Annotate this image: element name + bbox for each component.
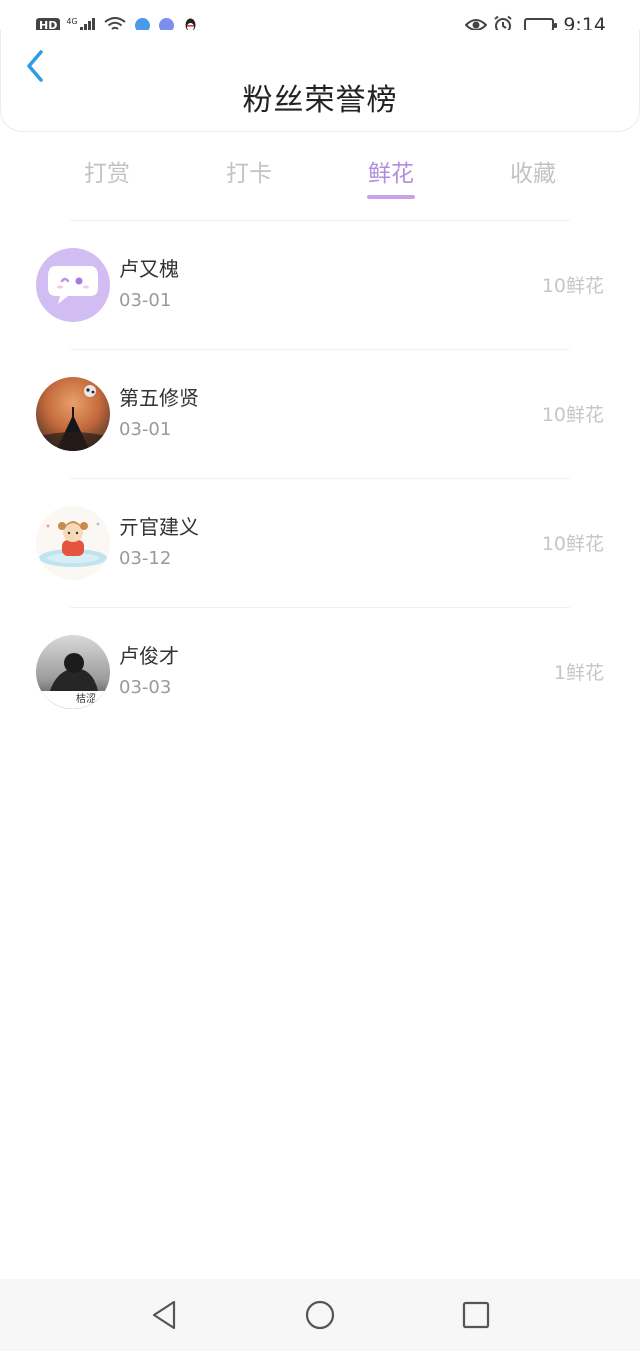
nav-home-button[interactable]: [302, 1297, 338, 1333]
flower-count: 10鲜花: [541, 404, 604, 426]
system-navigation-bar: [0, 1279, 640, 1351]
flower-count: 10鲜花: [541, 275, 604, 297]
tab-flowers[interactable]: 鲜花: [320, 148, 462, 204]
tab-favorites[interactable]: 收藏: [462, 148, 604, 204]
fan-date: 03-03: [119, 677, 172, 698]
sunset-photo-avatar: [36, 385, 110, 451]
fan-info: 卢又槐 03-01: [119, 254, 179, 316]
app-screen: HD 4G 9:14 粉丝荣誉榜 打赏 打卡 鲜花 收藏 卢又槐 03-01 1…: [0, 0, 640, 1351]
nav-back-button[interactable]: [146, 1297, 182, 1333]
avatar: [36, 506, 110, 580]
fan-row[interactable]: 桔涩 卢俊才 03-03 1鲜花: [0, 608, 640, 736]
fan-row[interactable]: 卢又槐 03-01 10鲜花: [0, 221, 640, 349]
chat-bubble-avatar-icon: [48, 266, 98, 304]
nav-recents-button[interactable]: [458, 1297, 494, 1333]
avatar-caption: 桔涩: [76, 692, 96, 705]
fan-date: 03-01: [119, 290, 172, 311]
triangle-back-icon: [152, 1300, 176, 1330]
avatar: 桔涩: [36, 635, 110, 709]
page-title: 粉丝荣誉榜: [242, 83, 398, 118]
fan-list: 卢又槐 03-01 10鲜花 第五修贤 03-01 10鲜花 亓官建义 03-1…: [0, 220, 640, 736]
flower-count: 1鲜花: [553, 662, 604, 684]
circle-home-icon: [305, 1300, 335, 1330]
monochrome-photo-avatar: 桔涩: [36, 653, 110, 709]
tab-bar: 打赏 打卡 鲜花 收藏: [36, 148, 604, 204]
fan-name: 第五修贤: [119, 386, 199, 410]
fan-info: 亓官建义 03-12: [119, 512, 199, 574]
fan-info: 卢俊才 03-03: [119, 641, 179, 703]
fan-name: 卢又槐: [119, 257, 179, 281]
tab-checkin[interactable]: 打卡: [178, 148, 320, 204]
fan-info: 第五修贤 03-01: [119, 383, 199, 445]
fan-row[interactable]: 第五修贤 03-01 10鲜花: [0, 350, 640, 478]
fan-row[interactable]: 亓官建义 03-12 10鲜花: [0, 479, 640, 607]
tab-reward[interactable]: 打赏: [36, 148, 178, 204]
fan-date: 03-01: [119, 419, 172, 440]
fan-name: 卢俊才: [119, 644, 179, 668]
flower-count: 10鲜花: [541, 533, 604, 555]
avatar: [36, 377, 110, 451]
fan-name: 亓官建义: [119, 515, 199, 539]
avatar: [36, 248, 110, 322]
square-recents-icon: [462, 1301, 490, 1329]
fan-date: 03-12: [119, 548, 172, 569]
network-type: 4G: [66, 17, 78, 26]
cartoon-girl-avatar: [39, 521, 107, 567]
